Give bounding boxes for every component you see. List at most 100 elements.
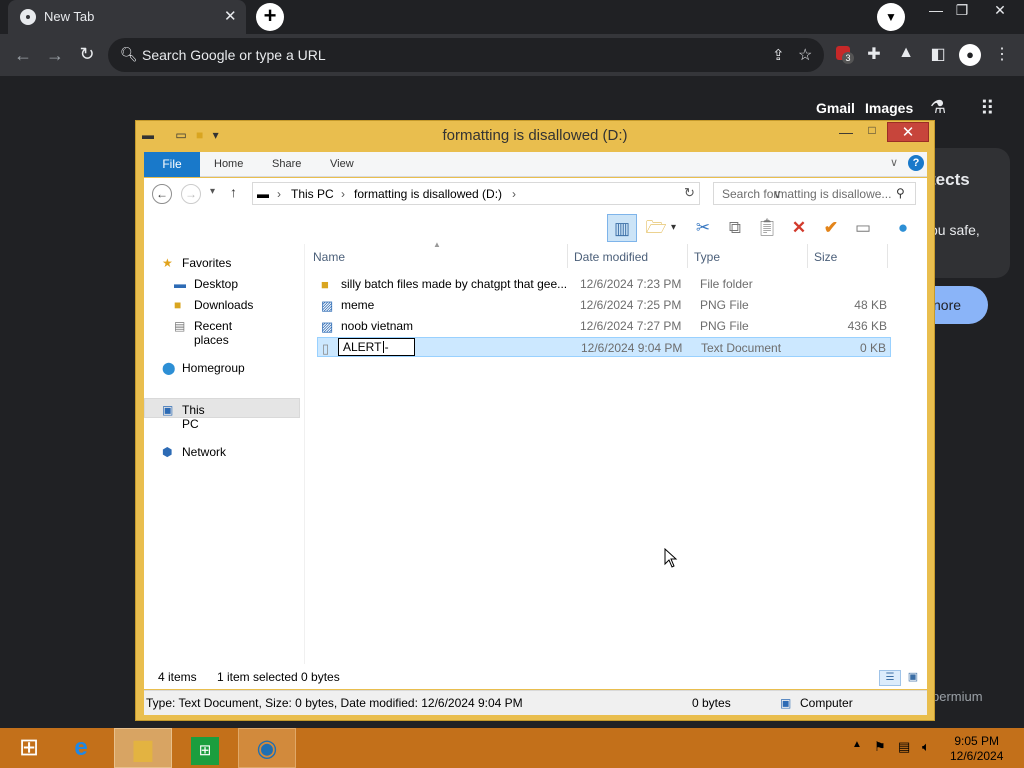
delete-icon[interactable]: ✕ bbox=[784, 214, 814, 242]
column-size[interactable]: Size bbox=[814, 250, 837, 264]
copy-icon[interactable]: ⧉ bbox=[720, 214, 750, 242]
column-separator[interactable] bbox=[567, 244, 568, 268]
menu-kebab-icon[interactable]: ⋮ bbox=[991, 44, 1013, 64]
tab-view[interactable]: View bbox=[330, 158, 354, 170]
address-field[interactable]: ▬ › This PC › formatting is disallowed (… bbox=[252, 182, 782, 205]
refresh-icon[interactable]: ↻ bbox=[684, 185, 695, 201]
recent-locations-icon[interactable]: ▾ bbox=[210, 186, 215, 197]
breadcrumb-separator-icon: › bbox=[512, 187, 516, 201]
file-row[interactable]: ▨ meme 12/6/2024 7:25 PM PNG File 48 KB bbox=[317, 295, 891, 315]
rename-input[interactable]: ALERT - bbox=[338, 338, 415, 356]
apps-grid-icon[interactable]: ⠿ bbox=[980, 96, 995, 121]
qat-dropdown-icon[interactable]: ▾ bbox=[213, 128, 219, 142]
file-explorer-taskbar-icon[interactable]: ▆ bbox=[114, 728, 172, 768]
extension-ublock-icon[interactable]: 3 bbox=[836, 46, 854, 64]
network-tray-icon[interactable]: ▤ bbox=[898, 739, 910, 755]
chrome-taskbar-icon[interactable]: ◉ bbox=[238, 728, 296, 768]
file-row[interactable]: ▨ noob vietnam 12/6/2024 7:27 PM PNG Fil… bbox=[317, 316, 891, 336]
column-type[interactable]: Type bbox=[694, 250, 720, 264]
column-name[interactable]: Name bbox=[313, 250, 345, 264]
side-panel-icon[interactable]: ◧ bbox=[927, 44, 949, 64]
omnibox[interactable]: 🔍︎ Search Google or type a URL ⇪ ☆ bbox=[108, 38, 824, 72]
share-icon[interactable]: ⇪ bbox=[772, 46, 785, 64]
restore-icon[interactable]: ❐ bbox=[947, 2, 977, 19]
new-tab-button[interactable]: + bbox=[256, 3, 284, 31]
file-date: 12/6/2024 7:25 PM bbox=[580, 298, 682, 312]
network-globe-icon[interactable]: ● bbox=[888, 214, 918, 242]
tab-home[interactable]: Home bbox=[214, 158, 243, 170]
mouse-cursor-icon bbox=[664, 548, 678, 568]
action-center-flag-icon[interactable]: ⚑ bbox=[874, 739, 886, 755]
nav-downloads-label: Downloads bbox=[194, 298, 254, 312]
file-explorer-window: formatting is disallowed (D:) ▬ ▭ ■ ▾ — … bbox=[135, 120, 935, 721]
options-dropdown-icon[interactable]: ▾ bbox=[671, 222, 676, 233]
gmail-link[interactable]: Gmail bbox=[816, 100, 855, 116]
nav-favorites-label: Favorites bbox=[182, 256, 232, 270]
details-view-icon[interactable]: ☰ bbox=[879, 670, 901, 686]
column-separator[interactable] bbox=[807, 244, 808, 268]
explorer-maximize-icon[interactable]: □ bbox=[859, 123, 885, 143]
large-icons-view-icon[interactable]: ▣ bbox=[904, 670, 922, 686]
cut-icon[interactable]: ✂ bbox=[688, 214, 718, 242]
promo-title: tects bbox=[930, 170, 970, 189]
sort-arrow-icon: ▲ bbox=[433, 240, 441, 249]
network-icon: ⬢ bbox=[162, 445, 173, 459]
column-separator[interactable] bbox=[887, 244, 888, 268]
desktop-icon: ▬ bbox=[174, 277, 186, 291]
extensions-puzzle-icon[interactable]: ✚ bbox=[863, 44, 885, 64]
command-bar: ▥ 🗁︎ ▾ ✂ ⧉ 📋︎ ✕ ✔ ▭ ● bbox=[144, 210, 927, 244]
file-type: File folder bbox=[700, 277, 753, 291]
file-date: 12/6/2024 7:23 PM bbox=[580, 277, 682, 291]
image-file-icon: ▨ bbox=[321, 298, 334, 313]
search-box[interactable]: Search formatting is disallowe... ⚲ bbox=[713, 182, 916, 205]
reload-icon[interactable]: ↻ bbox=[76, 44, 98, 65]
breadcrumb-drive[interactable]: formatting is disallowed (D:) bbox=[354, 187, 502, 201]
internet-explorer-icon[interactable]: e bbox=[52, 728, 110, 768]
file-row-selected[interactable]: ▯ ALERT - 12/6/2024 9:04 PM Text Documen… bbox=[317, 337, 891, 357]
file-size: 0 KB bbox=[859, 341, 886, 355]
up-arrow-icon[interactable]: ↑ bbox=[230, 184, 237, 200]
tab-file[interactable]: File bbox=[144, 152, 200, 177]
search-icon: ⚲ bbox=[896, 186, 905, 200]
file-list: ▲ Name Date modified Type Size ■ silly b… bbox=[304, 240, 927, 664]
forward-icon[interactable]: → bbox=[44, 45, 66, 66]
breadcrumb-this-pc[interactable]: This PC bbox=[291, 187, 334, 201]
explorer-close-button[interactable]: ✕ bbox=[887, 122, 929, 142]
quick-access-toolbar[interactable]: ▬ ▭ ■ ▾ bbox=[142, 128, 219, 142]
tab-strip: New Tab ✕ + ▼ — ❐ ✕ bbox=[0, 0, 1024, 34]
file-date: 12/6/2024 7:27 PM bbox=[580, 319, 682, 333]
ribbon-expand-chevron-icon[interactable]: ∨ bbox=[890, 156, 898, 169]
help-icon[interactable]: ? bbox=[908, 155, 924, 171]
tab-search-chevron-icon[interactable]: ▼ bbox=[877, 3, 905, 31]
folder-options-icon[interactable]: 🗁︎ bbox=[641, 214, 671, 242]
tab-share[interactable]: Share bbox=[272, 158, 301, 170]
rename-check-icon[interactable]: ✔ bbox=[816, 214, 846, 242]
tray-expand-icon[interactable]: ▲ bbox=[852, 739, 862, 750]
profile-avatar-icon[interactable]: ● bbox=[959, 44, 981, 66]
back-arrow-icon[interactable]: ← bbox=[152, 184, 172, 204]
paste-icon[interactable]: 📋︎ bbox=[752, 214, 782, 242]
back-icon[interactable]: ← bbox=[12, 45, 34, 66]
column-date-modified[interactable]: Date modified bbox=[574, 250, 648, 264]
images-link[interactable]: Images bbox=[865, 100, 913, 116]
tab-new-tab[interactable]: New Tab ✕ bbox=[8, 0, 246, 34]
volume-muted-icon[interactable]: 🔈︎ bbox=[922, 739, 930, 755]
properties-icon[interactable]: ▭ bbox=[175, 128, 186, 142]
explorer-minimize-icon[interactable]: — bbox=[833, 124, 859, 144]
start-windows-icon[interactable]: ⊞ bbox=[0, 728, 58, 768]
store-icon[interactable]: ⊞ bbox=[176, 728, 234, 768]
properties-card-icon[interactable]: ▭ bbox=[848, 214, 878, 242]
file-row[interactable]: ■ silly batch files made by chatgpt that… bbox=[317, 274, 891, 294]
labs-flask-icon[interactable]: ▲ bbox=[895, 44, 917, 62]
column-separator[interactable] bbox=[687, 244, 688, 268]
folder-icon: ■ bbox=[321, 277, 329, 292]
new-folder-icon[interactable]: ■ bbox=[196, 128, 203, 142]
clock[interactable]: 9:05 PM 12/6/2024 bbox=[950, 734, 1003, 764]
labs-icon[interactable]: ⚗ bbox=[930, 97, 946, 118]
tab-close-icon[interactable]: ✕ bbox=[224, 7, 237, 25]
forward-arrow-icon[interactable]: → bbox=[181, 184, 201, 204]
file-date: 12/6/2024 9:04 PM bbox=[581, 341, 683, 355]
close-window-icon[interactable]: ✕ bbox=[985, 2, 1015, 19]
preview-pane-icon[interactable]: ▥ bbox=[607, 214, 637, 242]
bookmark-star-icon[interactable]: ☆ bbox=[798, 45, 812, 65]
